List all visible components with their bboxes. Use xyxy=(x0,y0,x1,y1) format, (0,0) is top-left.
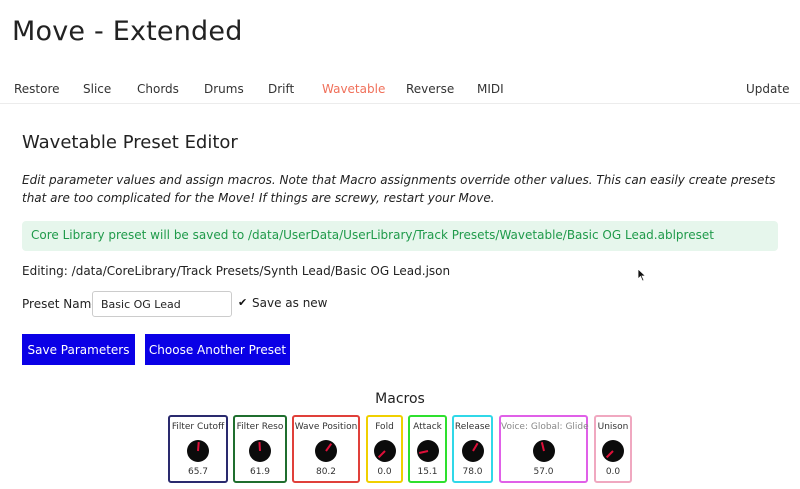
macro-label: Release xyxy=(454,422,491,432)
knob-pointer xyxy=(258,441,261,452)
macro-label: Attack xyxy=(413,422,442,432)
macro-value: 0.0 xyxy=(605,467,621,477)
macro-release: Release 78.0 xyxy=(452,415,493,483)
save-parameters-button[interactable]: Save Parameters xyxy=(22,334,135,365)
macro-value: 65.7 xyxy=(187,467,209,477)
macro-attack: Attack 15.1 xyxy=(408,415,447,483)
macros-title: Macros xyxy=(375,391,425,407)
macro-label: Wave Position xyxy=(294,422,358,432)
macro-value: 0.0 xyxy=(377,467,392,477)
macro-knob[interactable] xyxy=(532,440,555,462)
nav-item-reverse[interactable]: Reverse xyxy=(406,82,454,96)
nav-item-drums[interactable]: Drums xyxy=(204,82,244,96)
macro-unison: Unison 0.0 xyxy=(594,415,632,483)
knob-pointer xyxy=(471,442,478,452)
editing-path: Editing: /data/CoreLibrary/Track Presets… xyxy=(22,264,451,278)
macro-knob[interactable] xyxy=(187,440,209,462)
macro-filter-reso: Filter Reso 61.9 xyxy=(233,415,287,483)
macro-knob[interactable] xyxy=(602,440,624,462)
page-title: Wavetable Preset Editor xyxy=(22,132,238,153)
macro-knob[interactable] xyxy=(373,440,396,462)
nav-item-update[interactable]: Update xyxy=(746,82,789,96)
nav-item-drift[interactable]: Drift xyxy=(268,82,294,96)
macro-value: 61.9 xyxy=(249,467,271,477)
top-nav: Restore Slice Chords Drums Drift Wavetab… xyxy=(0,76,800,104)
save-as-new-toggle[interactable]: ✔ Save as new xyxy=(238,296,328,310)
macro-label: Voice: Global: Glide xyxy=(501,422,589,432)
knob-pointer xyxy=(605,450,614,459)
save-as-new-checkbox[interactable]: ✔ xyxy=(238,297,248,308)
macro-value: 57.0 xyxy=(533,467,554,477)
nav-item-wavetable[interactable]: Wavetable xyxy=(322,82,385,96)
macro-label: Filter Reso xyxy=(236,422,284,432)
choose-preset-button[interactable]: Choose Another Preset xyxy=(145,334,290,365)
macro-value: 80.2 xyxy=(315,467,337,477)
macro-fold: Fold 0.0 xyxy=(366,415,403,483)
macro-value: 15.1 xyxy=(417,467,438,477)
knob-pointer xyxy=(325,443,333,452)
editor-panel: Wavetable Preset Editor Edit parameter v… xyxy=(0,105,800,489)
macro-knob[interactable] xyxy=(461,440,484,462)
macro-wave-position: Wave Position 80.2 xyxy=(292,415,360,483)
knob-pointer xyxy=(197,441,200,452)
macro-knob[interactable] xyxy=(416,440,439,462)
macro-filter-cutoff: Filter Cutoff 65.7 xyxy=(168,415,228,483)
macro-voice-glide: Voice: Global: Glide 57.0 xyxy=(499,415,589,483)
knob-pointer xyxy=(540,442,545,452)
macro-knob[interactable] xyxy=(249,440,271,462)
app-title: Move - Extended xyxy=(12,16,243,47)
macro-label: Unison xyxy=(597,422,629,432)
macro-label: Filter Cutoff xyxy=(171,422,225,432)
nav-item-chords[interactable]: Chords xyxy=(137,82,179,96)
editor-description: Edit parameter values and assign macros.… xyxy=(22,173,776,205)
mouse-cursor-icon xyxy=(637,268,647,282)
macro-label: Fold xyxy=(375,422,394,432)
preset-name-input[interactable] xyxy=(92,291,232,317)
macro-value: 78.0 xyxy=(462,467,483,477)
preset-name-label: Preset Name: xyxy=(22,297,103,311)
nav-item-slice[interactable]: Slice xyxy=(83,82,111,96)
nav-item-restore[interactable]: Restore xyxy=(14,82,60,96)
knob-pointer xyxy=(418,450,428,454)
macro-knob[interactable] xyxy=(315,440,337,462)
save-as-new-label: Save as new xyxy=(252,296,328,310)
save-path-notice: Core Library preset will be saved to /da… xyxy=(22,221,778,251)
knob-pointer xyxy=(377,450,386,459)
nav-item-midi[interactable]: MIDI xyxy=(477,82,504,96)
